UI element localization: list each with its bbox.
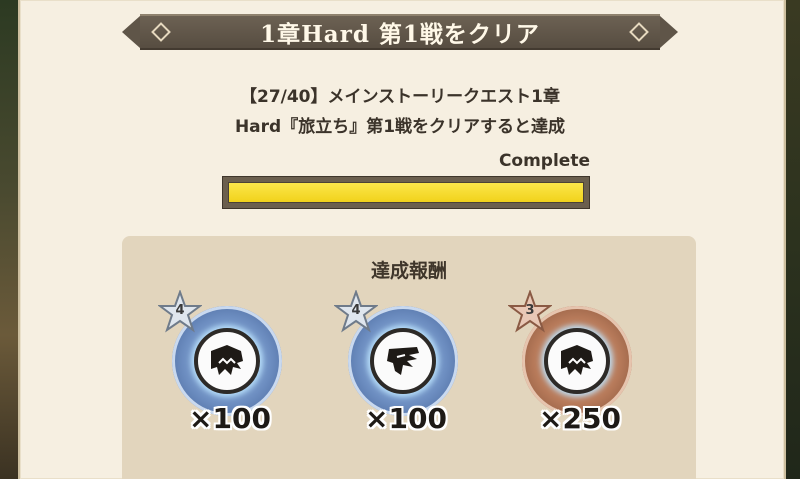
- diamond-ornament-icon: [151, 22, 171, 42]
- reward-quantity: ×100: [189, 402, 271, 435]
- progress-fill: [229, 183, 583, 202]
- title-banner: 1章Hard 第1戦をクリア: [122, 14, 678, 50]
- star-rarity-value: 3: [525, 303, 535, 318]
- medal-face: [194, 328, 260, 394]
- reward-quantity: ×100: [365, 402, 447, 435]
- reward-item[interactable]: 3 ×250: [508, 290, 650, 456]
- star-rarity-badge: 4: [158, 290, 202, 334]
- reward-quantity: ×250: [539, 402, 621, 435]
- progress-track: [228, 182, 584, 203]
- reward-section: 達成報酬 4 ×100 4 ×100 3 ×250: [122, 236, 696, 479]
- reward-item[interactable]: 4 ×100: [158, 290, 300, 456]
- mission-description-line2: Hard『旅立ち』第1戦をクリアすると達成: [234, 117, 566, 137]
- star-rarity-badge: 4: [334, 290, 378, 334]
- monster-fang-icon: [561, 345, 593, 375]
- mission-title: 1章Hard 第1戦をクリア: [260, 21, 540, 48]
- star-rarity-badge: 3: [508, 290, 552, 334]
- reward-section-title: 達成報酬: [370, 260, 447, 282]
- progress-status-label: Complete: [498, 151, 590, 171]
- diamond-ornament-icon: [629, 22, 649, 42]
- star-rarity-value: 4: [175, 303, 185, 318]
- star-rarity-value: 4: [351, 303, 361, 318]
- medal-face: [544, 328, 610, 394]
- mission-description-line1: 【27/40】メインストーリークエスト1章: [239, 87, 560, 107]
- monster-wing-icon: [387, 347, 419, 375]
- mission-description: 【27/40】メインストーリークエスト1章 Hard『旅立ち』第1戦をクリアする…: [140, 82, 660, 142]
- reward-item[interactable]: 4 ×100: [334, 290, 476, 456]
- progress-bar: [222, 176, 590, 209]
- monster-fang-icon: [211, 345, 243, 375]
- medal-face: [370, 328, 436, 394]
